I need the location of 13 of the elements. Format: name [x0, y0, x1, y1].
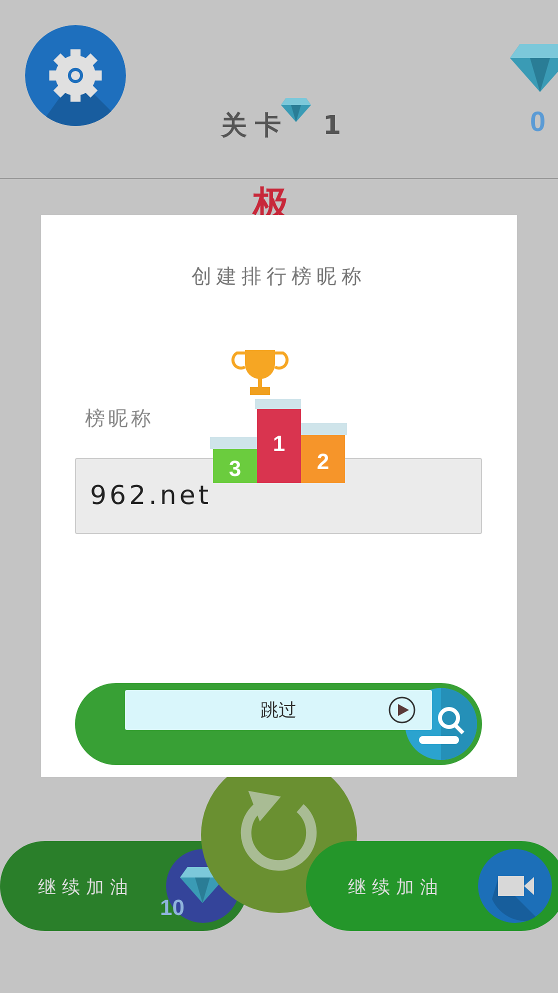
- video-camera-icon: [478, 849, 552, 923]
- field-label: 榜昵称: [85, 405, 154, 432]
- skip-button[interactable]: 跳过: [125, 690, 432, 730]
- level-number: 1: [323, 110, 342, 140]
- diamond-icon: [281, 98, 311, 122]
- gem-count: 0: [530, 106, 546, 138]
- diamond-icon: [510, 44, 558, 92]
- play-icon[interactable]: [388, 696, 416, 724]
- level-label: 关卡: [221, 110, 289, 143]
- button-label: 继续加油: [348, 876, 444, 899]
- dialog-title: 创建排行榜昵称: [192, 263, 366, 290]
- button-label: 继续加油: [38, 876, 134, 899]
- settings-icon[interactable]: [25, 25, 126, 126]
